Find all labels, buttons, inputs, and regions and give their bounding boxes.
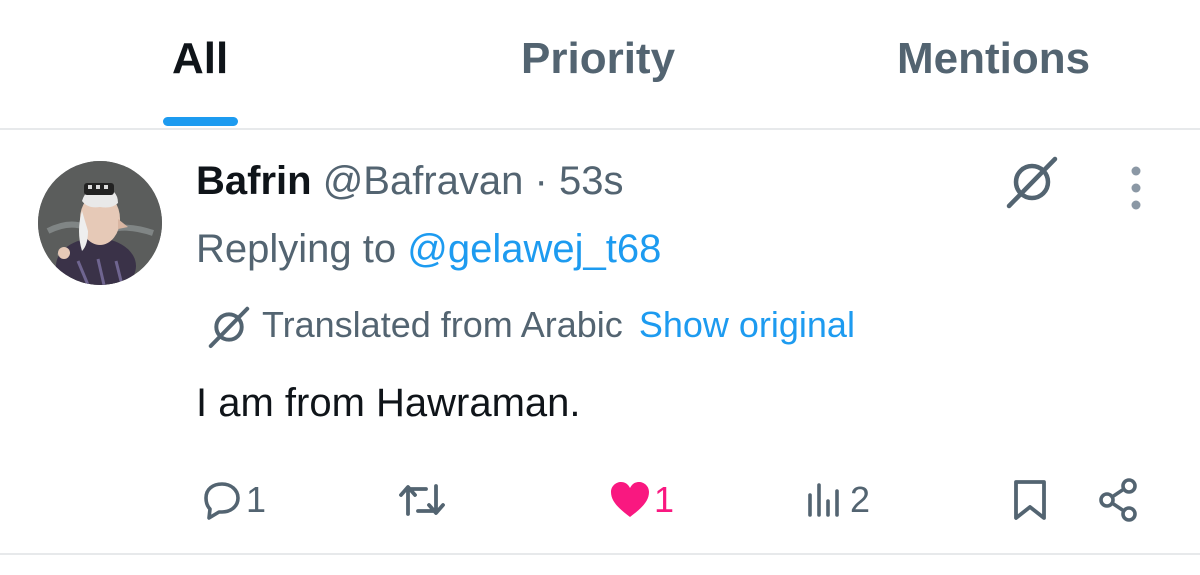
translation-label: Translated from Arabic bbox=[262, 304, 623, 345]
replying-to-label: Replying to bbox=[196, 227, 397, 271]
active-tab-indicator bbox=[163, 117, 238, 126]
translate-icon[interactable] bbox=[1003, 153, 1061, 211]
like-icon bbox=[611, 482, 649, 517]
separator-dot: · bbox=[534, 159, 548, 203]
tweet-header: Bafrin @Bafravan · 53s bbox=[196, 156, 623, 206]
views-count: 2 bbox=[850, 479, 871, 520]
tweet-divider bbox=[0, 553, 1200, 555]
views-button[interactable]: 2 bbox=[804, 475, 870, 525]
like-button[interactable]: 1 bbox=[608, 475, 674, 525]
more-icon[interactable] bbox=[1124, 165, 1148, 211]
translate-icon bbox=[208, 307, 250, 349]
timestamp[interactable]: 53s bbox=[559, 159, 624, 203]
replying-to-handle[interactable]: @gelawej_t68 bbox=[407, 227, 661, 271]
user-handle[interactable]: @Bafravan bbox=[323, 159, 524, 203]
translation-note: Translated from Arabic Show original bbox=[206, 302, 855, 350]
bookmark-icon bbox=[1014, 480, 1046, 520]
show-original-link[interactable]: Show original bbox=[639, 304, 855, 345]
reply-button[interactable]: 1 bbox=[198, 475, 266, 525]
share-icon bbox=[1099, 478, 1137, 522]
retweet-icon bbox=[399, 484, 445, 516]
reply-count: 1 bbox=[246, 479, 267, 520]
retweet-button[interactable] bbox=[396, 475, 448, 525]
tab-mentions[interactable]: Mentions bbox=[897, 34, 1090, 84]
like-count: 1 bbox=[654, 479, 675, 520]
views-icon bbox=[808, 483, 839, 517]
tab-priority[interactable]: Priority bbox=[521, 34, 675, 84]
notification-tabs: All Priority Mentions bbox=[0, 0, 1200, 128]
tab-all[interactable]: All bbox=[172, 34, 228, 84]
avatar[interactable] bbox=[38, 161, 162, 285]
replying-to: Replying to @gelawej_t68 bbox=[196, 224, 661, 274]
bookmark-button[interactable] bbox=[1010, 475, 1050, 525]
display-name[interactable]: Bafrin bbox=[196, 159, 312, 203]
share-button[interactable] bbox=[1097, 475, 1141, 525]
tabs-divider bbox=[0, 128, 1200, 130]
reply-icon bbox=[204, 482, 240, 520]
tweet-text: I am from Hawraman. bbox=[196, 381, 581, 425]
